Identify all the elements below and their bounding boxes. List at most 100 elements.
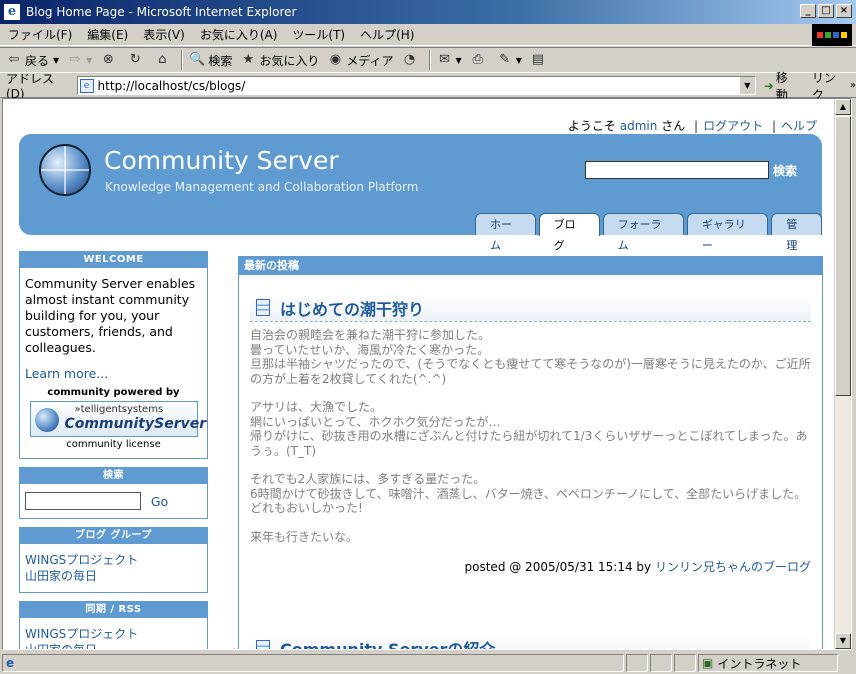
site-search-button[interactable]: 検索 xyxy=(773,162,797,179)
media-label: メディア xyxy=(346,53,394,68)
back-arrow-icon: ⇦ xyxy=(8,52,20,67)
group-link-wings[interactable]: WINGSプロジェクト xyxy=(25,552,202,568)
welcome-heading: WELCOME xyxy=(19,251,208,268)
next-post-title-row: Community Serverの紹介 xyxy=(250,634,811,649)
tab-forum[interactable]: フォーラム xyxy=(602,213,684,252)
back-label: 戻る xyxy=(25,53,50,68)
welcome-box: Community Server enables almost instant … xyxy=(19,268,208,459)
menu-help[interactable]: ヘルプ(H) xyxy=(352,26,421,43)
status-cell-3 xyxy=(674,654,696,672)
go-arrow-icon: ➜ xyxy=(763,78,774,93)
print-button[interactable]: ⎙ xyxy=(470,52,489,68)
tab-home[interactable]: ホーム xyxy=(475,213,536,252)
forward-button[interactable]: ⇨ ▼ xyxy=(67,52,93,68)
scroll-thumb[interactable] xyxy=(835,116,851,396)
history-icon: ◔ xyxy=(403,52,416,67)
community-server-logo[interactable]: »telligentsystems CommunityServer xyxy=(29,401,206,437)
user-nav: ようこそ admin さん | ログアウト | ヘルプ xyxy=(567,119,817,133)
toolbar: ⇦ 戻る ▼ ⇨ ▼ ⊗ ↻ ⌂ 🔍 検索 ★ お気に入り ◉ メディア ◔ ✉ ▼ ⎙ ✎ ▼… xyxy=(0,47,856,73)
favorites-button[interactable]: ★ お気に入り xyxy=(240,52,320,69)
nav-tabs: ホーム ブログ フォーラム ギャラリー 管理 xyxy=(475,213,822,252)
username-link[interactable]: admin xyxy=(620,119,658,133)
discuss-button[interactable]: ▤ xyxy=(530,52,549,68)
menu-bar: ファイル(F) 編集(E) 表示(V) お気に入り(A) ツール(T) ヘルプ(… xyxy=(0,24,856,46)
menu-file[interactable]: ファイル(F) xyxy=(0,26,79,43)
discuss-icon: ▤ xyxy=(531,52,544,67)
cs-globe-icon xyxy=(34,408,59,432)
home-button[interactable]: ⌂ xyxy=(154,52,173,68)
search-button[interactable]: 🔍 検索 xyxy=(189,52,232,69)
menu-edit[interactable]: 編集(E) xyxy=(79,26,135,43)
scroll-down-icon[interactable]: ▼ xyxy=(835,633,851,649)
rss-link-wings[interactable]: WINGSプロジェクト xyxy=(25,626,202,642)
site-title: Community Server xyxy=(104,146,339,175)
menu-tools[interactable]: ツール(T) xyxy=(284,26,352,43)
sidebar-go-button[interactable]: Go xyxy=(151,494,168,509)
title-bar: e Blog Home Page - Microsoft Internet Ex… xyxy=(0,0,856,24)
post-paragraph: それでも2人家族には、多すぎる量だった。 6時間かけて砂抜きして、味噌汁、酒蒸し… xyxy=(250,472,807,515)
mail-button[interactable]: ✉ ▼ xyxy=(437,52,462,68)
welcome-text: Community Server enables almost instant … xyxy=(25,276,196,355)
scroll-up-icon[interactable]: ▲ xyxy=(835,99,851,115)
license-label: community license xyxy=(66,439,161,450)
sidebar-search-input[interactable] xyxy=(25,492,141,510)
post-title-link[interactable]: はじめての潮干狩り xyxy=(280,296,424,320)
ie-icon: e xyxy=(4,4,20,20)
main-content: 最新の投稿 はじめての潮干狩り 自治会の親睦会を兼ねた潮干狩に参加した。 曇って… xyxy=(238,256,823,649)
post-paragraph: 自治会の親睦会を兼ねた潮干狩に参加した。 曇っていたせいか、海風が冷たく寒かった… xyxy=(250,328,811,386)
home-icon: ⌂ xyxy=(158,52,167,67)
forward-arrow-icon: ⇨ xyxy=(69,52,81,67)
post-author-link[interactable]: リンリン兄ちゃんのブーログ xyxy=(655,560,811,574)
powered-by-label: community powered by xyxy=(47,387,180,398)
window-title: Blog Home Page - Microsoft Internet Expl… xyxy=(26,5,297,19)
globe-logo-icon xyxy=(39,144,91,196)
tab-admin[interactable]: 管理 xyxy=(771,213,822,252)
site-search-input[interactable] xyxy=(585,161,769,179)
maximize-button[interactable]: □ xyxy=(818,4,834,18)
media-button[interactable]: ◉ メディア xyxy=(327,52,394,69)
status-bar: e ▣ イントラネット xyxy=(0,652,856,674)
address-dropdown-icon[interactable]: ▼ xyxy=(738,77,755,94)
post-footer: posted @ 2005/05/31 15:14 by リンリン兄ちゃんのブー… xyxy=(250,558,811,575)
address-input[interactable]: e http://localhost/cs/blogs/ ▼ xyxy=(76,76,756,95)
welcome-prefix: ようこそ xyxy=(567,119,616,133)
page-status-icon: e xyxy=(6,656,15,670)
edit-button[interactable]: ✎ ▼ xyxy=(497,52,522,68)
document-icon xyxy=(256,639,270,649)
tab-gallery[interactable]: ギャラリー xyxy=(686,213,769,252)
menu-view[interactable]: 表示(V) xyxy=(135,26,192,43)
post-date: posted @ 2005/05/31 15:14 by xyxy=(464,560,652,574)
status-zone: ▣ イントラネット xyxy=(698,654,838,672)
address-bar: アドレス(D) e http://localhost/cs/blogs/ ▼ ➜… xyxy=(0,71,856,102)
zone-label: イントラネット xyxy=(717,656,802,671)
minimize-button[interactable]: _ xyxy=(800,4,816,18)
blog-post: はじめての潮干狩り 自治会の親睦会を兼ねた潮干狩に参加した。 曇っていたせいか、… xyxy=(250,294,811,575)
sidebar: WELCOME Community Server enables almost … xyxy=(19,251,208,649)
refresh-button[interactable]: ↻ xyxy=(127,52,146,68)
favorites-icon: ★ xyxy=(242,52,255,67)
links-chevron-icon[interactable]: » xyxy=(850,80,856,91)
rss-link-yamada[interactable]: 山田家の毎日 xyxy=(25,642,202,649)
search-heading: 検索 xyxy=(19,467,208,484)
logout-link[interactable]: ログアウト xyxy=(703,119,763,133)
tab-blog[interactable]: ブログ xyxy=(538,213,600,252)
document-icon xyxy=(256,299,270,316)
help-link[interactable]: ヘルプ xyxy=(781,119,817,133)
stop-button[interactable]: ⊗ xyxy=(100,52,119,68)
post-paragraph: アサリは、大漁でした。 網にいっぱいとって、ホクホク気分だったが… 帰りがけに、… xyxy=(250,400,808,458)
vertical-scrollbar[interactable]: ▲ ▼ xyxy=(834,99,851,649)
rss-heading: 同期 / RSS xyxy=(19,601,208,618)
group-link-yamada[interactable]: 山田家の毎日 xyxy=(25,568,202,584)
media-icon: ◉ xyxy=(329,52,342,67)
next-post-title-link[interactable]: Community Serverの紹介 xyxy=(280,636,495,649)
edit-icon: ✎ xyxy=(499,52,511,67)
close-button[interactable]: × xyxy=(836,4,852,18)
history-button[interactable]: ◔ xyxy=(402,52,421,68)
site-subtitle: Knowledge Management and Collaboration P… xyxy=(105,180,419,194)
search-icon: 🔍 xyxy=(189,52,206,67)
post-body: 自治会の親睦会を兼ねた潮干狩に参加した。 曇っていたせいか、海風が冷たく寒かった… xyxy=(250,322,811,544)
back-button[interactable]: ⇦ 戻る ▼ xyxy=(6,52,60,69)
post-paragraph: 来年も行きたいな。 xyxy=(250,529,359,544)
menu-favorites[interactable]: お気に入り(A) xyxy=(192,26,285,43)
learn-more-link[interactable]: Learn more... xyxy=(25,366,202,381)
